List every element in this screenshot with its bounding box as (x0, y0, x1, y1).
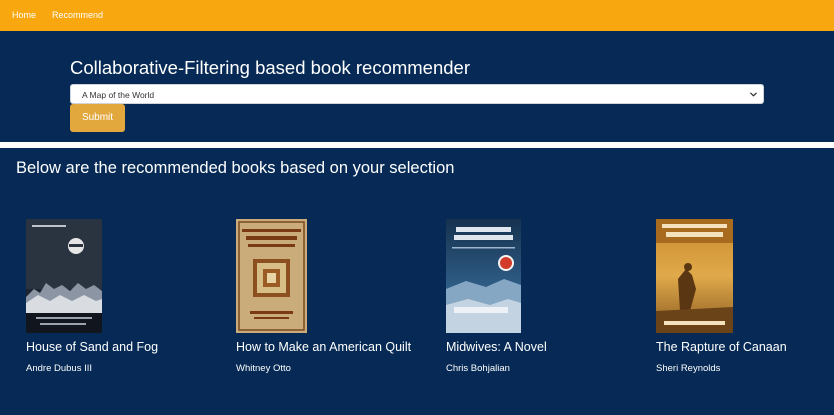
book-card[interactable]: Midwives: A Novel Chris Bohjalian (446, 219, 646, 379)
book-select-value: A Map of the World (82, 90, 155, 100)
page: Home Recommend Collaborative-Filtering b… (0, 0, 834, 415)
book-cover-image (446, 219, 521, 333)
book-author: Sheri Reynolds (656, 363, 721, 374)
book-title: Midwives: A Novel (446, 340, 547, 354)
book-title: The Rapture of Canaan (656, 340, 787, 354)
nav-recommend-link[interactable]: Recommend (52, 10, 103, 21)
nav-home-link[interactable]: Home (12, 10, 36, 21)
book-card[interactable]: The Rapture of Canaan Sheri Reynolds (656, 219, 834, 379)
book-author: Andre Dubus III (26, 363, 93, 374)
book-title: House of Sand and Fog (26, 340, 159, 354)
book-card[interactable]: House of Sand and Fog Andre Dubus III (26, 219, 226, 379)
recommendations-section: Below are the recommended books based on… (0, 148, 834, 415)
book-cover-image (236, 219, 307, 333)
book-cover-image (26, 219, 102, 333)
book-title: How to Make an American Quilt (236, 340, 412, 354)
book-cover-image (656, 219, 733, 333)
book-author: Whitney Otto (236, 363, 291, 374)
recommender-form-section: Collaborative-Filtering based book recom… (0, 31, 834, 142)
submit-button[interactable]: Submit (70, 104, 125, 132)
book-author: Chris Bohjalian (446, 363, 510, 374)
book-select[interactable]: A Map of the World (70, 84, 764, 104)
chevron-down-icon (750, 92, 757, 97)
book-card[interactable]: How to Make an American Quilt Whitney Ot… (236, 219, 436, 379)
recommendations-heading: Below are the recommended books based on… (16, 159, 455, 177)
top-navbar: Home Recommend (0, 0, 834, 31)
page-title: Collaborative-Filtering based book recom… (70, 57, 470, 78)
